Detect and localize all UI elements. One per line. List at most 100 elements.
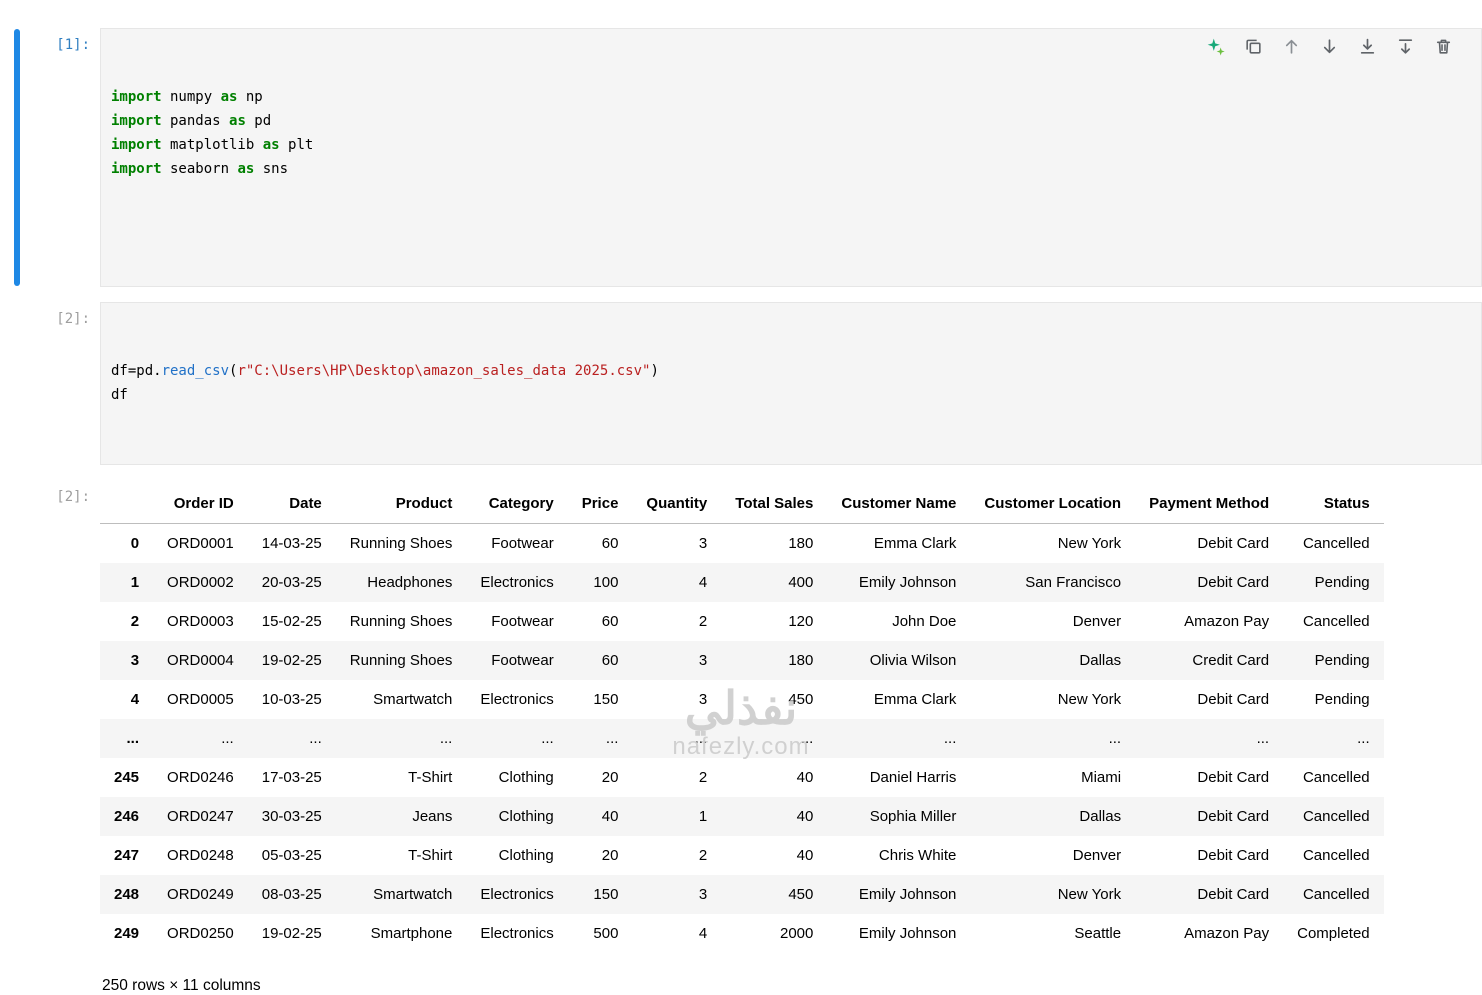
- table-cell: 150: [568, 875, 633, 914]
- table-cell: 19-02-25: [248, 914, 336, 953]
- table-cell: ORD0246: [153, 758, 248, 797]
- table-cell: Footwear: [466, 641, 567, 680]
- insert-cell-below-button[interactable]: [1408, 36, 1429, 57]
- table-cell: 4: [632, 914, 721, 953]
- table-cell: Debit Card: [1135, 680, 1283, 719]
- table-cell: Denver: [970, 836, 1135, 875]
- input-prompt: [2]:: [56, 311, 90, 327]
- insert-cell-above-button[interactable]: [1370, 36, 1391, 57]
- table-cell: Cancelled: [1283, 602, 1384, 641]
- table-cell: Cancelled: [1283, 797, 1384, 836]
- table-cell: Debit Card: [1135, 875, 1283, 914]
- table-cell: ...: [153, 719, 248, 758]
- table-row: 2ORD000315-02-25Running ShoesFootwear602…: [100, 602, 1384, 641]
- table-cell: Pending: [1283, 563, 1384, 602]
- column-header: Product: [336, 484, 467, 524]
- table-cell: ...: [336, 719, 467, 758]
- active-cell-indicator[interactable]: [14, 29, 20, 286]
- table-cell: New York: [970, 524, 1135, 564]
- code-editor-2[interactable]: df=pd.read_csv(r"C:\Users\HP\Desktop\ama…: [100, 302, 1482, 465]
- table-row: 249ORD025019-02-25SmartphoneElectronics5…: [100, 914, 1384, 953]
- code-cell-1: [1]: import numpy as npimport pandas as …: [0, 28, 1482, 287]
- column-header: Customer Name: [827, 484, 970, 524]
- column-header: Payment Method: [1135, 484, 1283, 524]
- table-cell: ...: [721, 719, 827, 758]
- column-header: Status: [1283, 484, 1384, 524]
- table-cell: Dallas: [970, 797, 1135, 836]
- duplicate-cell-button[interactable]: [1256, 36, 1277, 57]
- move-cell-up-button[interactable]: [1294, 36, 1315, 57]
- code-editor-1[interactable]: import numpy as npimport pandas as pdimp…: [100, 28, 1482, 287]
- row-index-cell: 0: [100, 524, 153, 564]
- sparkles-button[interactable]: [1218, 36, 1239, 57]
- table-cell: ORD0247: [153, 797, 248, 836]
- table-cell: 20: [568, 836, 633, 875]
- table-cell: Emma Clark: [827, 680, 970, 719]
- dataframe-body: 0ORD000114-03-25Running ShoesFootwear603…: [100, 524, 1384, 954]
- table-cell: Dallas: [970, 641, 1135, 680]
- row-index-cell: 2: [100, 602, 153, 641]
- row-index-cell: ...: [100, 719, 153, 758]
- table-cell: 08-03-25: [248, 875, 336, 914]
- table-cell: 60: [568, 641, 633, 680]
- column-header: Customer Location: [970, 484, 1135, 524]
- table-cell: 120: [721, 602, 827, 641]
- delete-cell-icon: [1434, 7, 1478, 86]
- table-cell: ...: [970, 719, 1135, 758]
- table-cell: San Francisco: [970, 563, 1135, 602]
- table-row: ....................................: [100, 719, 1384, 758]
- table-row: 3ORD000419-02-25Running ShoesFootwear603…: [100, 641, 1384, 680]
- move-cell-down-button[interactable]: [1332, 36, 1353, 57]
- table-cell: 40: [721, 836, 827, 875]
- table-cell: Debit Card: [1135, 836, 1283, 875]
- table-row: 246ORD024730-03-25JeansClothing40140Soph…: [100, 797, 1384, 836]
- table-cell: Headphones: [336, 563, 467, 602]
- table-cell: 60: [568, 602, 633, 641]
- table-cell: 2: [632, 602, 721, 641]
- table-cell: New York: [970, 680, 1135, 719]
- table-cell: ...: [1135, 719, 1283, 758]
- table-cell: 1: [632, 797, 721, 836]
- table-cell: 15-02-25: [248, 602, 336, 641]
- column-header: Date: [248, 484, 336, 524]
- table-cell: 20-03-25: [248, 563, 336, 602]
- output-prompt-area: [2]:: [0, 480, 100, 505]
- table-cell: Chris White: [827, 836, 970, 875]
- table-cell: Amazon Pay: [1135, 602, 1283, 641]
- table-cell: Emily Johnson: [827, 563, 970, 602]
- code-cell-2: [2]: df=pd.read_csv(r"C:\Users\HP\Deskto…: [0, 302, 1482, 465]
- table-cell: Electronics: [466, 914, 567, 953]
- table-row: 245ORD024617-03-25T-ShirtClothing20240Da…: [100, 758, 1384, 797]
- column-header: Total Sales: [721, 484, 827, 524]
- table-cell: 450: [721, 875, 827, 914]
- table-cell: Amazon Pay: [1135, 914, 1283, 953]
- table-cell: ...: [827, 719, 970, 758]
- table-cell: 40: [721, 797, 827, 836]
- column-header: Price: [568, 484, 633, 524]
- dataframe-header: Order IDDateProductCategoryPriceQuantity…: [100, 484, 1384, 524]
- table-cell: Miami: [970, 758, 1135, 797]
- input-prompt-area: [2]:: [0, 302, 100, 327]
- table-cell: 3: [632, 875, 721, 914]
- table-cell: Footwear: [466, 524, 567, 564]
- cell-toolbar: [1218, 36, 1467, 57]
- table-cell: ORD0250: [153, 914, 248, 953]
- row-index-cell: 246: [100, 797, 153, 836]
- output-prompt: [2]:: [56, 489, 90, 505]
- table-cell: Debit Card: [1135, 524, 1283, 564]
- table-row: 247ORD024805-03-25T-ShirtClothing20240Ch…: [100, 836, 1384, 875]
- table-cell: ORD0248: [153, 836, 248, 875]
- table-cell: Debit Card: [1135, 797, 1283, 836]
- output-area: Order IDDateProductCategoryPriceQuantity…: [100, 480, 1482, 995]
- table-cell: Daniel Harris: [827, 758, 970, 797]
- table-cell: Emily Johnson: [827, 914, 970, 953]
- table-cell: Running Shoes: [336, 602, 467, 641]
- notebook: [1]: import numpy as npimport pandas as …: [0, 0, 1482, 995]
- table-cell: 2: [632, 836, 721, 875]
- row-index-cell: 1: [100, 563, 153, 602]
- delete-cell-button[interactable]: [1446, 36, 1467, 57]
- table-cell: ...: [568, 719, 633, 758]
- table-cell: 500: [568, 914, 633, 953]
- table-cell: 10-03-25: [248, 680, 336, 719]
- table-cell: Completed: [1283, 914, 1384, 953]
